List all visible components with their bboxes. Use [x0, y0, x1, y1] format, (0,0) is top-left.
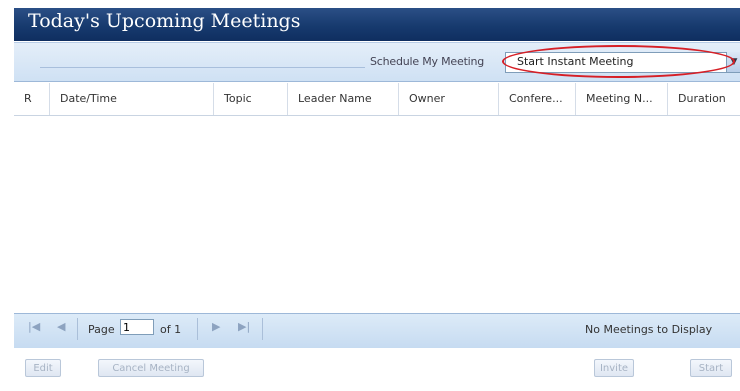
column-header-conference[interactable]: Confere... — [499, 83, 576, 115]
page-count-label: of 1 — [160, 323, 182, 336]
column-header-owner[interactable]: Owner — [399, 83, 499, 115]
pager-separator — [197, 318, 198, 340]
column-header-topic[interactable]: Topic — [214, 83, 288, 115]
page-number-input[interactable] — [120, 319, 154, 335]
schedule-my-meeting-button[interactable]: Schedule My Meeting — [370, 52, 506, 70]
next-page-icon[interactable]: ▶ — [212, 320, 220, 333]
invite-button[interactable]: Invite — [594, 359, 634, 377]
pager-separator — [77, 318, 78, 340]
page-label: Page — [88, 323, 115, 336]
chevron-down-icon[interactable]: ▼ — [726, 52, 740, 72]
column-header-date-time[interactable]: Date/Time — [50, 83, 214, 115]
last-page-icon[interactable]: ▶| — [238, 320, 250, 333]
start-button[interactable]: Start — [690, 359, 732, 377]
cancel-meeting-button[interactable]: Cancel Meeting — [98, 359, 204, 377]
pager-status: No Meetings to Display — [585, 323, 713, 336]
first-page-icon[interactable]: |◀ — [28, 320, 40, 333]
column-header-r[interactable]: R — [14, 83, 50, 115]
meetings-grid-body — [14, 116, 740, 312]
page-title: Today's Upcoming Meetings — [28, 10, 301, 32]
column-header-leader-name[interactable]: Leader Name — [288, 83, 399, 115]
toolbar-divider — [40, 67, 365, 68]
edit-button[interactable]: Edit — [25, 359, 61, 377]
pager-separator — [262, 318, 263, 340]
meeting-type-selected-value: Start Instant Meeting — [517, 55, 634, 68]
column-header-duration[interactable]: Duration — [668, 83, 740, 115]
column-header-meeting-number[interactable]: Meeting N... — [576, 83, 668, 115]
prev-page-icon[interactable]: ◀ — [57, 320, 65, 333]
